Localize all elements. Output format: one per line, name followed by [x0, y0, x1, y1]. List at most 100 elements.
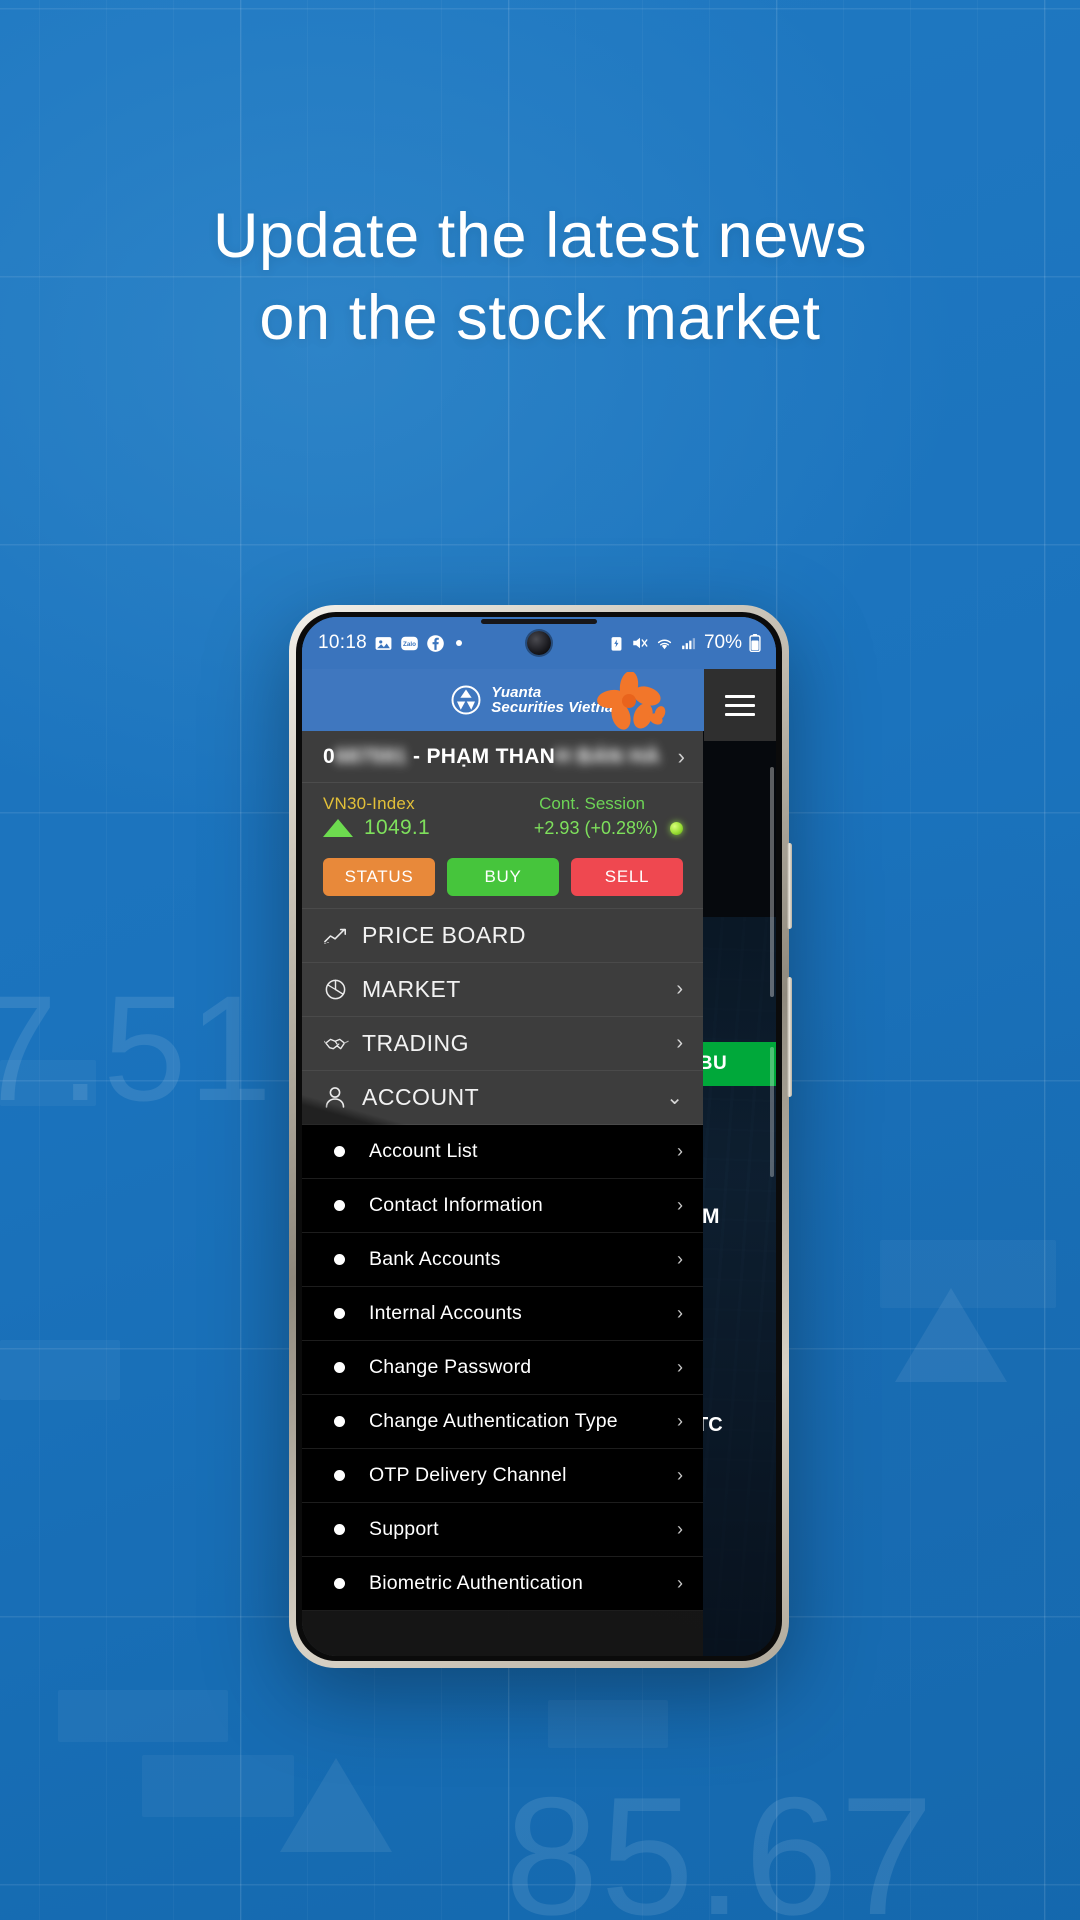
submenu-item-otp-delivery-channel[interactable]: OTP Delivery Channel ›: [302, 1449, 703, 1503]
index-value: 1049.1: [364, 816, 431, 839]
person-icon: [324, 1086, 356, 1109]
plumeria-flower-icon: [593, 670, 667, 734]
account-separator: -: [406, 744, 427, 768]
submenu-item-label: Change Password: [369, 1356, 532, 1378]
photo-icon: [374, 634, 393, 653]
index-row-bottom: 1049.1 +2.93 (+0.28%): [323, 816, 683, 840]
hamburger-bar: [725, 703, 755, 707]
menu-item-market[interactable]: MARKET ›: [302, 963, 703, 1017]
status-bar-clock: 10:18: [318, 632, 368, 653]
submenu-item-internal-accounts[interactable]: Internal Accounts ›: [302, 1287, 703, 1341]
quick-action-buttons: STATUS BUY SELL: [302, 848, 703, 908]
drawer-footer-space: [302, 1611, 703, 1656]
notification-dot-icon: [456, 640, 463, 646]
chevron-right-icon: ›: [677, 743, 685, 769]
menu-item-label: PRICE BOARD: [362, 922, 526, 948]
index-row-top: VN30-Index Cont. Session: [323, 794, 683, 814]
menu-item-label: MARKET: [362, 976, 461, 1002]
page-title: Update the latest news on the stock mark…: [0, 196, 1080, 360]
signal-icon: [680, 635, 697, 652]
zalo-icon: Zalo: [400, 634, 419, 653]
phone-mockup: BU M TC 10:18 Zalo 70% Yuanta Securities…: [289, 605, 792, 1668]
mute-icon: [631, 634, 649, 652]
submenu-item-label: Bank Accounts: [369, 1248, 501, 1270]
hamburger-bar: [725, 694, 755, 698]
chevron-right-icon: ›: [676, 978, 683, 1000]
decor-triangle: [280, 1758, 392, 1852]
account-name-masked: H BẢN HÀ: [555, 744, 661, 768]
chevron-right-icon: ›: [677, 1357, 683, 1377]
submenu-item-change-authentication-type[interactable]: Change Authentication Type ›: [302, 1395, 703, 1449]
session-status-label: Cont. Session: [539, 794, 645, 813]
wifi-icon: [655, 634, 674, 653]
phone-power-button[interactable]: [787, 977, 792, 1097]
chevron-right-icon: ›: [676, 1032, 683, 1054]
background-number: 85.67: [505, 1762, 936, 1920]
index-name-label: VN30-Index: [323, 794, 415, 813]
chevron-down-icon: ⌄: [666, 1087, 683, 1109]
hamburger-menu-icon[interactable]: [704, 669, 776, 741]
sell-button[interactable]: SELL: [571, 858, 683, 896]
submenu-item-change-password[interactable]: Change Password ›: [302, 1341, 703, 1395]
scrollbar-thumb[interactable]: [770, 767, 774, 997]
chevron-right-icon: ›: [677, 1465, 683, 1485]
submenu-item-label: Biometric Authentication: [369, 1572, 583, 1594]
chevron-right-icon: ›: [677, 1411, 683, 1431]
scrollbar-thumb-secondary[interactable]: [770, 1047, 774, 1177]
submenu-item-account-list[interactable]: Account List ›: [302, 1125, 703, 1179]
earpiece-speaker: [481, 619, 597, 624]
chevron-right-icon: ›: [677, 1141, 683, 1161]
bullet-icon: [334, 1362, 345, 1373]
triangle-up-icon: [323, 819, 353, 837]
phone-screen: BU M TC 10:18 Zalo 70% Yuanta Securities…: [302, 617, 776, 1656]
status-bar-right: 70%: [608, 632, 762, 654]
buy-button[interactable]: BUY: [447, 858, 559, 896]
menu-item-label: TRADING: [362, 1030, 469, 1056]
account-number-prefix: 0: [323, 744, 335, 768]
handshake-icon: [324, 1034, 356, 1054]
submenu-item-label: Change Authentication Type: [369, 1410, 618, 1432]
account-name-visible: PHẠM THAN: [426, 744, 556, 768]
phone-volume-button[interactable]: [787, 843, 792, 929]
bullet-icon: [334, 1416, 345, 1427]
decor-block: [142, 1755, 294, 1817]
bullet-icon: [334, 1308, 345, 1319]
headline-line-1: Update the latest news: [212, 201, 868, 271]
submenu-item-contact-information[interactable]: Contact Information ›: [302, 1179, 703, 1233]
yuanta-mark-icon: [451, 685, 481, 715]
decor-block: [0, 1340, 120, 1400]
background-label-m: M: [702, 1205, 720, 1228]
menu-item-account[interactable]: ACCOUNT ⌄: [302, 1071, 703, 1125]
phone-bezel: BU M TC 10:18 Zalo 70% Yuanta Securities…: [296, 612, 782, 1661]
submenu-item-support[interactable]: Support ›: [302, 1503, 703, 1557]
battery-icon: [748, 634, 762, 652]
pie-chart-icon: [324, 978, 356, 1001]
phone-frame: BU M TC 10:18 Zalo 70% Yuanta Securities…: [289, 605, 792, 1668]
submenu-item-label: Support: [369, 1518, 439, 1540]
promo-screen: 7.51 85.67 Update the latest news on the…: [0, 0, 1080, 1920]
hamburger-bar: [725, 712, 755, 716]
submenu-item-label: OTP Delivery Channel: [369, 1464, 567, 1486]
market-index-panel: VN30-Index Cont. Session 1049.1 +2.93 (+…: [302, 783, 703, 848]
bullet-icon: [334, 1254, 345, 1265]
submenu-item-bank-accounts[interactable]: Bank Accounts ›: [302, 1233, 703, 1287]
index-change-value: +2.93 (+0.28%): [533, 817, 658, 838]
line-chart-icon: [324, 926, 356, 946]
status-button[interactable]: STATUS: [323, 858, 435, 896]
bullet-icon: [334, 1200, 345, 1211]
menu-item-trading[interactable]: TRADING ›: [302, 1017, 703, 1071]
submenu-item-label: Account List: [369, 1140, 478, 1162]
session-status-led-icon: [670, 821, 683, 835]
facebook-icon: [426, 634, 445, 653]
navigation-drawer: 0687591 - PHẠM THANH BẢN HÀ › VN30-Index…: [302, 731, 703, 1656]
submenu-item-label: Contact Information: [369, 1194, 543, 1216]
account-selector-row[interactable]: 0687591 - PHẠM THANH BẢN HÀ ›: [302, 731, 703, 783]
background-number: 7.51: [0, 964, 274, 1132]
battery-percent-label: 70%: [703, 632, 742, 653]
decor-block: [548, 1700, 668, 1748]
menu-item-price-board[interactable]: PRICE BOARD: [302, 909, 703, 963]
submenu-item-biometric-authentication[interactable]: Biometric Authentication ›: [302, 1557, 703, 1611]
chevron-right-icon: ›: [677, 1303, 683, 1323]
submenu-item-label: Internal Accounts: [369, 1302, 522, 1324]
menu-item-label: ACCOUNT: [362, 1084, 480, 1110]
